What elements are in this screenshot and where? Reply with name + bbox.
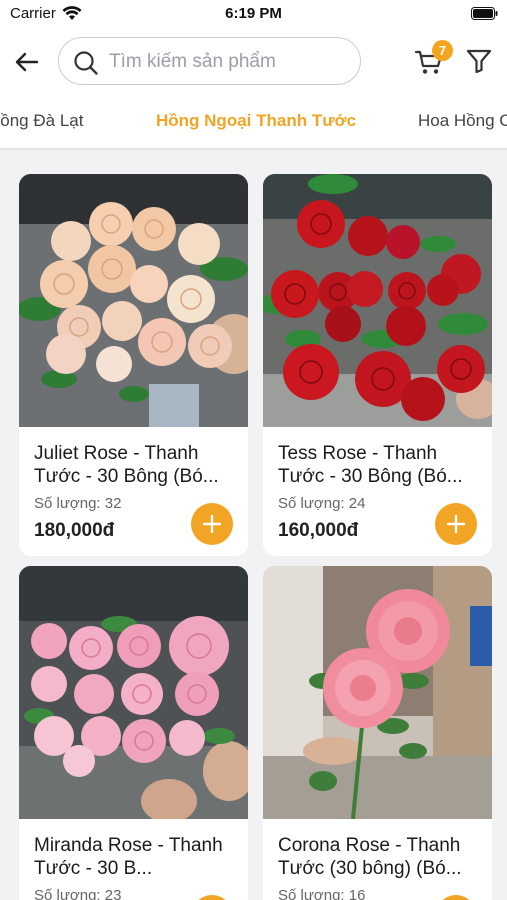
add-to-cart-button[interactable] bbox=[191, 895, 233, 900]
add-to-cart-button[interactable] bbox=[435, 503, 477, 545]
product-price: 160,000đ bbox=[278, 520, 359, 541]
battery-icon bbox=[471, 7, 498, 20]
product-image-miranda-rose bbox=[19, 566, 248, 819]
search-icon bbox=[74, 51, 98, 75]
filter-icon bbox=[466, 49, 492, 74]
arrow-left-icon bbox=[15, 52, 39, 72]
product-card-corona-rose[interactable]: Corona Rose - Thanh Tước (30 bông) (Bó..… bbox=[263, 566, 492, 900]
plus-icon bbox=[202, 514, 222, 534]
header: 7 bbox=[0, 28, 507, 96]
filter-button[interactable] bbox=[465, 47, 493, 75]
product-price: 180,000đ bbox=[34, 520, 115, 541]
product-name: Miranda Rose - Thanh Tước - 30 B... bbox=[34, 835, 223, 879]
product-card-miranda-rose[interactable]: Miranda Rose - Thanh Tước - 30 B... Số l… bbox=[19, 566, 248, 900]
product-image-corona-rose bbox=[263, 566, 492, 819]
clock: 6:19 PM bbox=[225, 5, 282, 22]
product-name: Tess Rose - Thanh Tước - 30 Bông (Bó... bbox=[278, 443, 463, 487]
product-quantity: Số lượng: 16 bbox=[278, 887, 366, 900]
product-name: Juliet Rose - Thanh Tước - 30 Bông (Bó..… bbox=[34, 443, 219, 487]
product-quantity: Số lượng: 32 bbox=[34, 495, 122, 512]
product-quantity: Số lượng: 23 bbox=[34, 887, 122, 900]
category-tabs: Hồng Đà Lạt Hồng Ngoại Thanh Tước Hoa Hồ… bbox=[0, 96, 507, 150]
plus-icon bbox=[446, 514, 466, 534]
product-card-tess-rose[interactable]: Tess Rose - Thanh Tước - 30 Bông (Bó... … bbox=[263, 174, 492, 556]
back-button[interactable] bbox=[12, 47, 42, 77]
add-to-cart-button[interactable] bbox=[435, 895, 477, 900]
tab-hoa-hong-c[interactable]: Hoa Hồng C bbox=[418, 111, 507, 131]
add-to-cart-button[interactable] bbox=[191, 503, 233, 545]
tab-hong-ngoai-thanh-tuoc[interactable]: Hồng Ngoại Thanh Tước bbox=[156, 111, 356, 131]
cart-button[interactable]: 7 bbox=[414, 40, 453, 78]
search-input[interactable] bbox=[109, 48, 349, 76]
cart-count-badge: 7 bbox=[432, 40, 453, 61]
product-card-juliet-rose[interactable]: Juliet Rose - Thanh Tước - 30 Bông (Bó..… bbox=[19, 174, 248, 556]
search-bar[interactable] bbox=[58, 37, 361, 85]
product-image-tess-rose bbox=[263, 174, 492, 427]
tab-hong-da-lat[interactable]: Hồng Đà Lạt bbox=[0, 111, 83, 131]
status-bar: Carrier 6:19 PM bbox=[0, 0, 507, 28]
product-name: Corona Rose - Thanh Tước (30 bông) (Bó..… bbox=[278, 835, 462, 879]
product-quantity: Số lượng: 24 bbox=[278, 495, 366, 512]
product-image-juliet-rose bbox=[19, 174, 248, 427]
